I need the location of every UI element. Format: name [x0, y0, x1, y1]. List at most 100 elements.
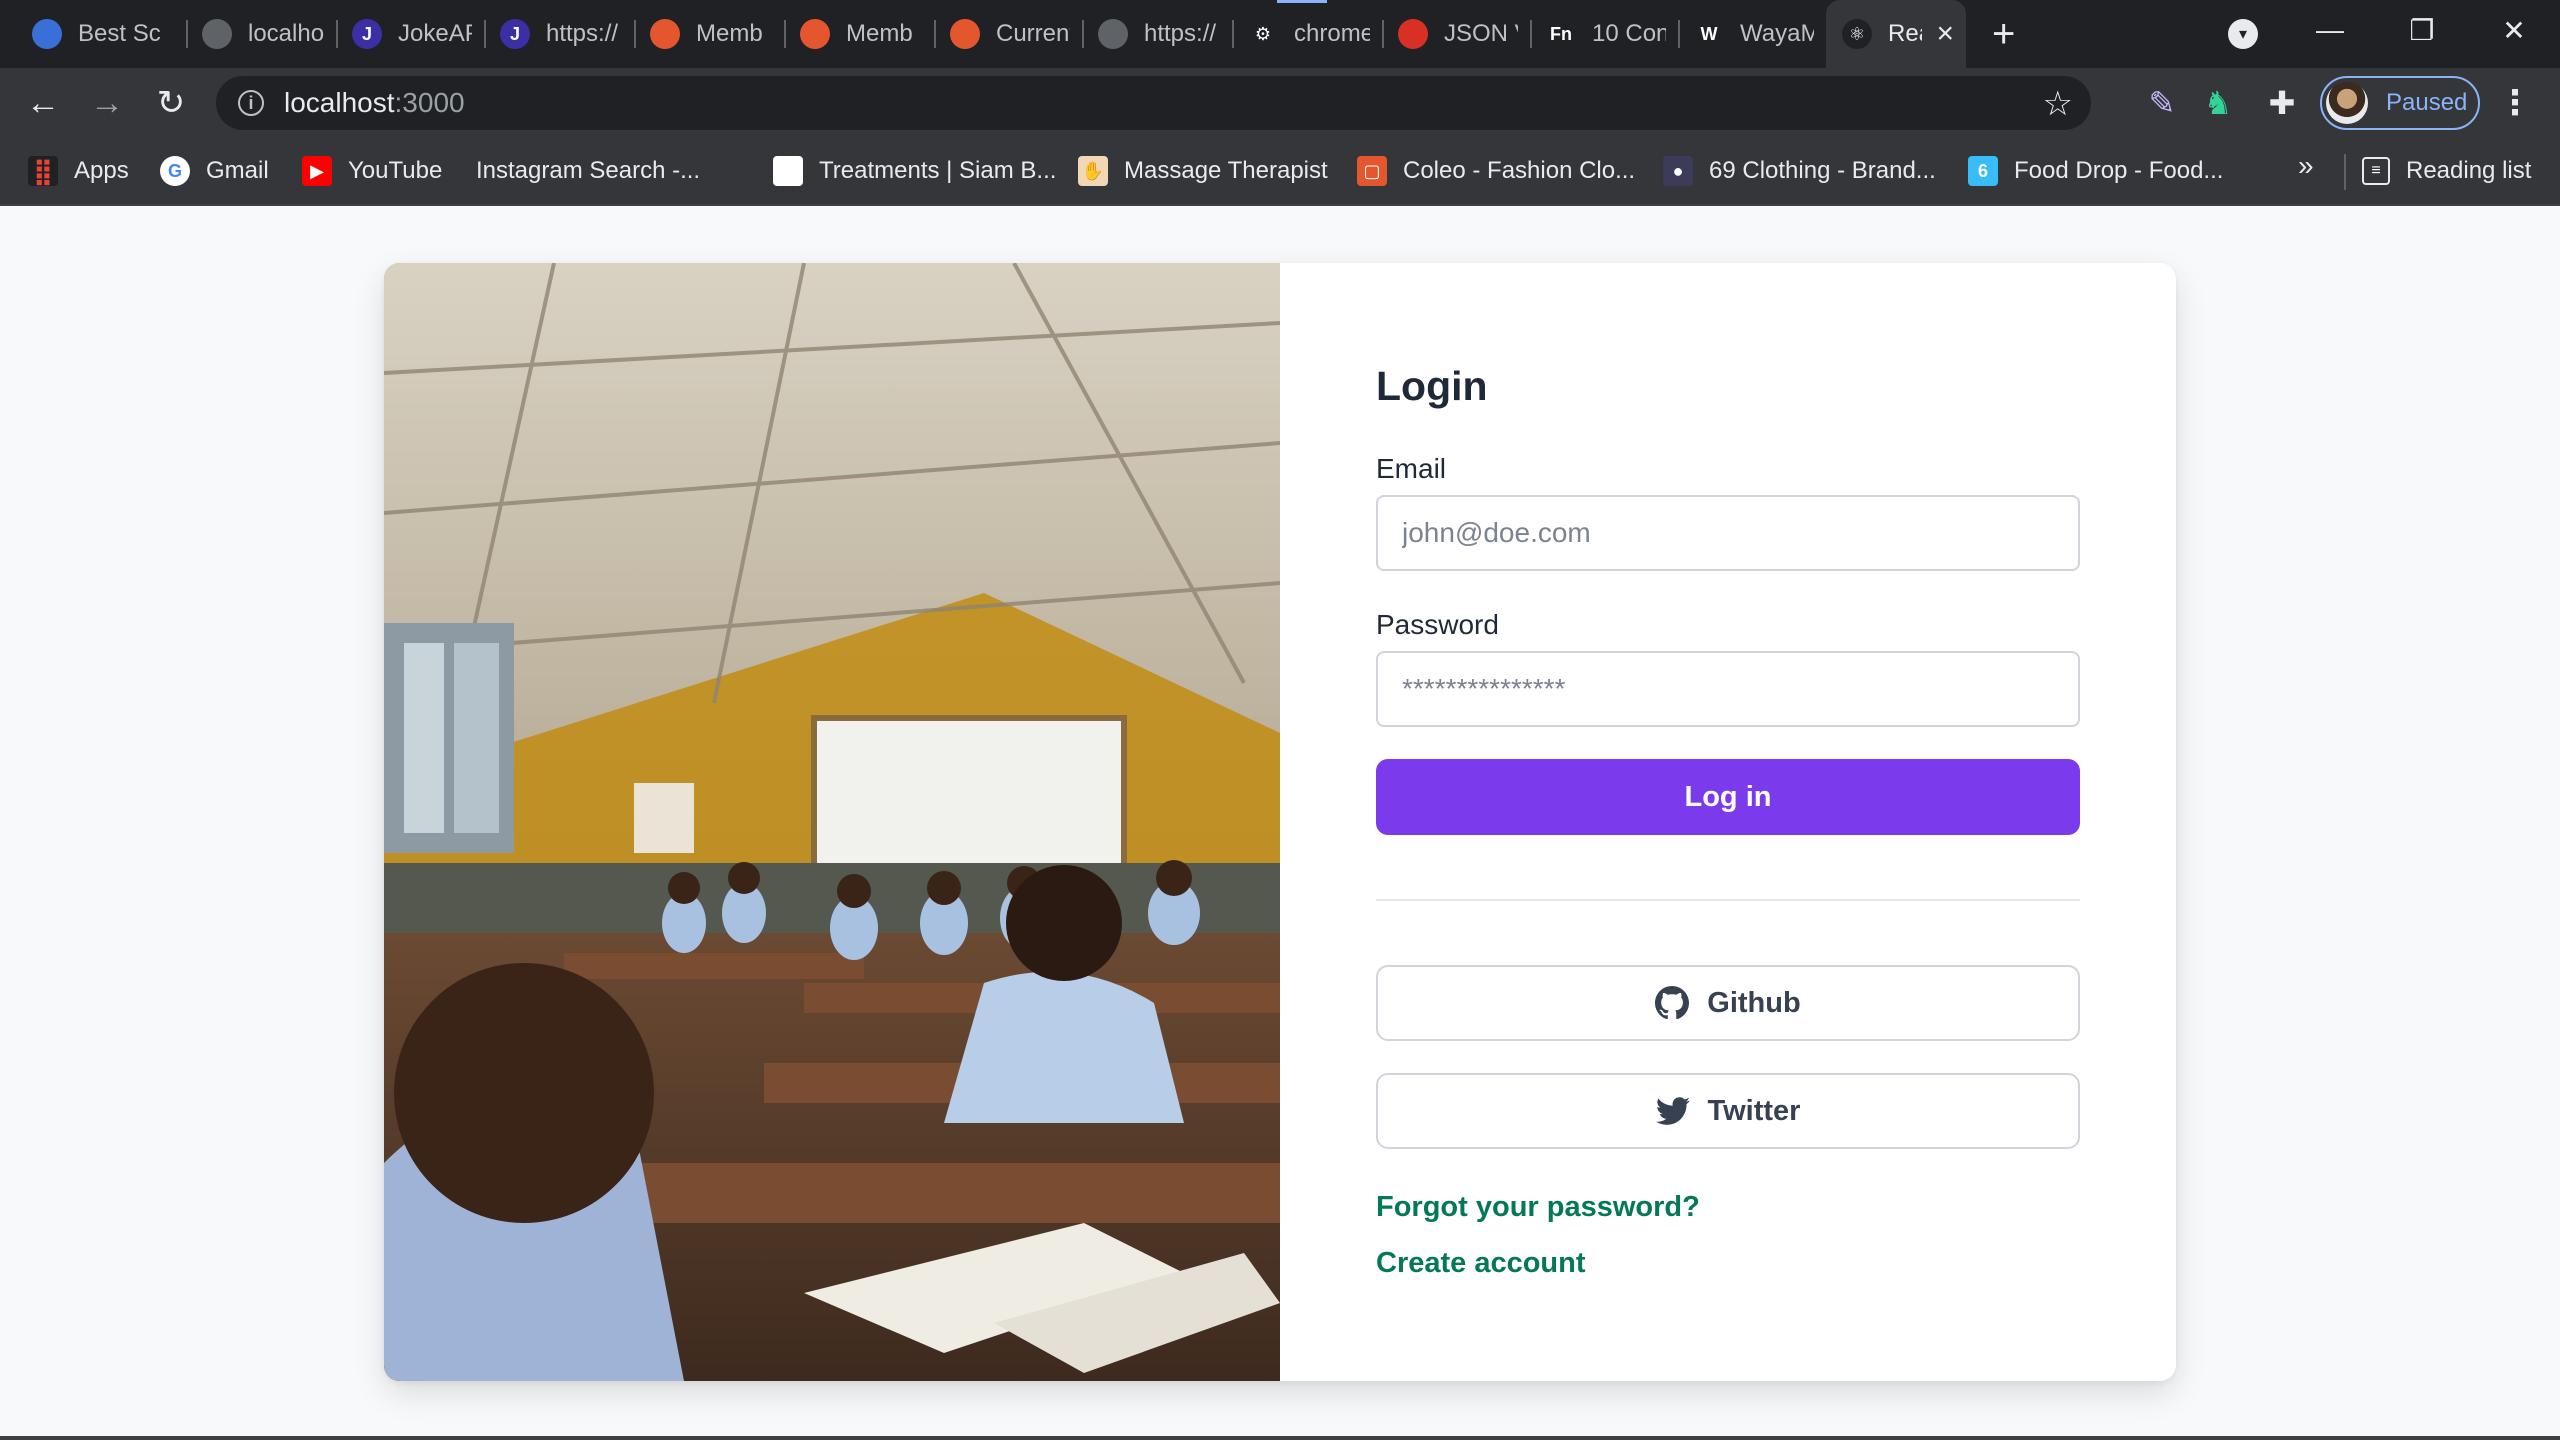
email-label: Email [1376, 453, 1447, 484]
bookmark-item[interactable]: ✋ Massage Therapist [1078, 138, 1328, 204]
tab-label: Current [996, 20, 1070, 47]
create-account-link[interactable]: Create account [1376, 1247, 1586, 1280]
browser-tab[interactable]: JSON V [1382, 0, 1530, 68]
twitter-button[interactable]: Twitter [1376, 1073, 2080, 1149]
browser-tab[interactable]: localho [186, 0, 336, 68]
j-logo-icon: J [500, 19, 530, 49]
forgot-password-link[interactable]: Forgot your password? [1376, 1191, 1700, 1224]
bookmark-item[interactable]: ⣿ Apps [28, 138, 129, 204]
w-logo-icon: W [1694, 19, 1724, 49]
browser-tab[interactable]: W WayaM [1678, 0, 1826, 68]
browser-tab[interactable]: Memb [784, 0, 934, 68]
tab-label: JokeAP [398, 20, 472, 47]
twitter-bird-icon [1655, 1097, 1690, 1125]
clothing-icon: ● [1663, 156, 1693, 186]
browser-toolbar: ← → ↻ i localhost:3000 ☆ ✎ ♞ ✚ Paused ⋮ [0, 68, 2560, 138]
tab-label: JSON V [1444, 20, 1518, 47]
bookmark-label: 69 Clothing - Brand... [1709, 157, 1936, 184]
forward-button[interactable]: → [86, 82, 128, 124]
password-field[interactable] [1376, 651, 2080, 727]
orange-cloud-icon [650, 19, 680, 49]
bookmarks-divider [2344, 154, 2346, 190]
google-icon: G [160, 156, 190, 186]
siam-icon: ✿ [773, 156, 803, 186]
active-tab-indicator [1277, 0, 1327, 3]
tab-label: 10 Con [1592, 20, 1666, 47]
coleo-icon: ▢ [1357, 156, 1387, 186]
bookmark-item[interactable]: ▢ Coleo - Fashion Clo... [1357, 138, 1635, 204]
password-label: Password [1376, 609, 1499, 640]
extension-bird-icon[interactable]: ♞ [2196, 82, 2240, 124]
restore-button[interactable]: ❐ [2376, 0, 2468, 60]
close-window-button[interactable]: ✕ [2468, 0, 2560, 60]
tab-search-icon[interactable]: ▾ [2228, 19, 2258, 49]
extensions-puzzle-icon[interactable]: ✚ [2260, 82, 2304, 124]
reading-list-label: Reading list [2406, 157, 2532, 184]
bookmark-label: Food Drop - Food... [2014, 157, 2224, 184]
profile-button[interactable]: Paused [2320, 76, 2480, 130]
bookmark-label: YouTube [348, 157, 443, 184]
bookmark-label: Coleo - Fashion Clo... [1403, 157, 1636, 184]
browser-tab[interactable]: J JokeAP [336, 0, 484, 68]
globe-icon [1098, 19, 1128, 49]
browser-menu-icon[interactable]: ⋮ [2498, 82, 2532, 124]
tab-label: https:// [546, 20, 619, 47]
classroom-illustration [384, 263, 1280, 1381]
bookmark-item[interactable]: 6 Food Drop - Food... [1968, 138, 2223, 204]
bookmark-item[interactable]: ● 69 Clothing - Brand... [1663, 138, 1936, 204]
massage-icon: ✋ [1078, 156, 1108, 186]
bookmark-label: Treatments | Siam B... [819, 157, 1057, 184]
form-divider [1376, 899, 2080, 901]
url-text[interactable]: localhost:3000 [284, 87, 465, 119]
bookmark-label: Instagram Search -... [476, 157, 701, 184]
reading-list-button[interactable]: ≡ Reading list [2362, 138, 2531, 204]
address-bar[interactable]: i localhost:3000 ☆ [216, 76, 2091, 130]
github-button[interactable]: Github [1376, 965, 2080, 1041]
bookmark-label: Gmail [206, 157, 269, 184]
github-icon [1655, 986, 1690, 1020]
browser-tab[interactable]: https:// [1082, 0, 1232, 68]
login-button[interactable]: Log in [1376, 759, 2080, 835]
blue-app-icon [32, 19, 62, 49]
orange-cloud-icon [950, 19, 980, 49]
browser-tab[interactable]: ⚛ Rea × [1826, 0, 1966, 68]
tab-label: WayaM [1740, 20, 1814, 47]
tab-label: Best Sc [78, 20, 161, 47]
tab-label: chrome [1294, 20, 1370, 47]
site-info-icon[interactable]: i [238, 90, 264, 116]
taskbar-edge [0, 1436, 2560, 1440]
tab-list: Best Sc localho J JokeAP Jhttps:// Memb Memb Cu… [0, 0, 1966, 68]
bookmark-label: Massage Therapist [1124, 157, 1328, 184]
browser-tab[interactable]: ⚙ chrome [1232, 0, 1382, 68]
gear-icon: ⚙ [1248, 19, 1278, 49]
bookmark-star-icon[interactable]: ☆ [2043, 84, 2073, 124]
avatar [2326, 82, 2368, 124]
window-controls: — ❐ ✕ [2284, 0, 2560, 60]
tab-label: https:// [1144, 20, 1217, 47]
back-button[interactable]: ← [22, 82, 64, 124]
bookmark-item[interactable]: ▶ YouTube [302, 138, 442, 204]
close-tab-icon[interactable]: × [1936, 17, 1954, 51]
github-button-label: Github [1707, 986, 1801, 1019]
extension-pen-icon[interactable]: ✎ [2140, 82, 2184, 124]
bookmark-item[interactable]: ✿ Treatments | Siam B... [773, 138, 1056, 204]
browser-tab[interactable]: Current [934, 0, 1082, 68]
browser-tab[interactable]: Best Sc [16, 0, 186, 68]
browser-tab[interactable]: Memb [634, 0, 784, 68]
bookmark-item[interactable]: Instagram Search -... [476, 138, 700, 204]
json-viewer-icon [1398, 19, 1428, 49]
browser-tabstrip: Best Sc localho J JokeAP Jhttps:// Memb Memb Cu… [0, 0, 2560, 68]
email-field[interactable] [1376, 495, 2080, 571]
minimize-button[interactable]: — [2284, 0, 2376, 60]
url-host: localhost [284, 87, 395, 118]
browser-tab[interactable]: Fn 10 Con [1530, 0, 1678, 68]
browser-tab[interactable]: Jhttps:// [484, 0, 634, 68]
bookmarks-bar: ⣿ Apps G Gmail ▶ YouTube Instagram Search -...… [0, 138, 2560, 206]
food-drop-icon: 6 [1968, 156, 1998, 186]
new-tab-button[interactable]: + [1992, 14, 2015, 54]
globe-icon [202, 19, 232, 49]
more-bookmarks-button[interactable]: » [2298, 150, 2314, 182]
reload-button[interactable]: ↻ [150, 82, 192, 124]
bookmark-item[interactable]: G Gmail [160, 138, 269, 204]
bookmark-label: Apps [74, 157, 129, 184]
